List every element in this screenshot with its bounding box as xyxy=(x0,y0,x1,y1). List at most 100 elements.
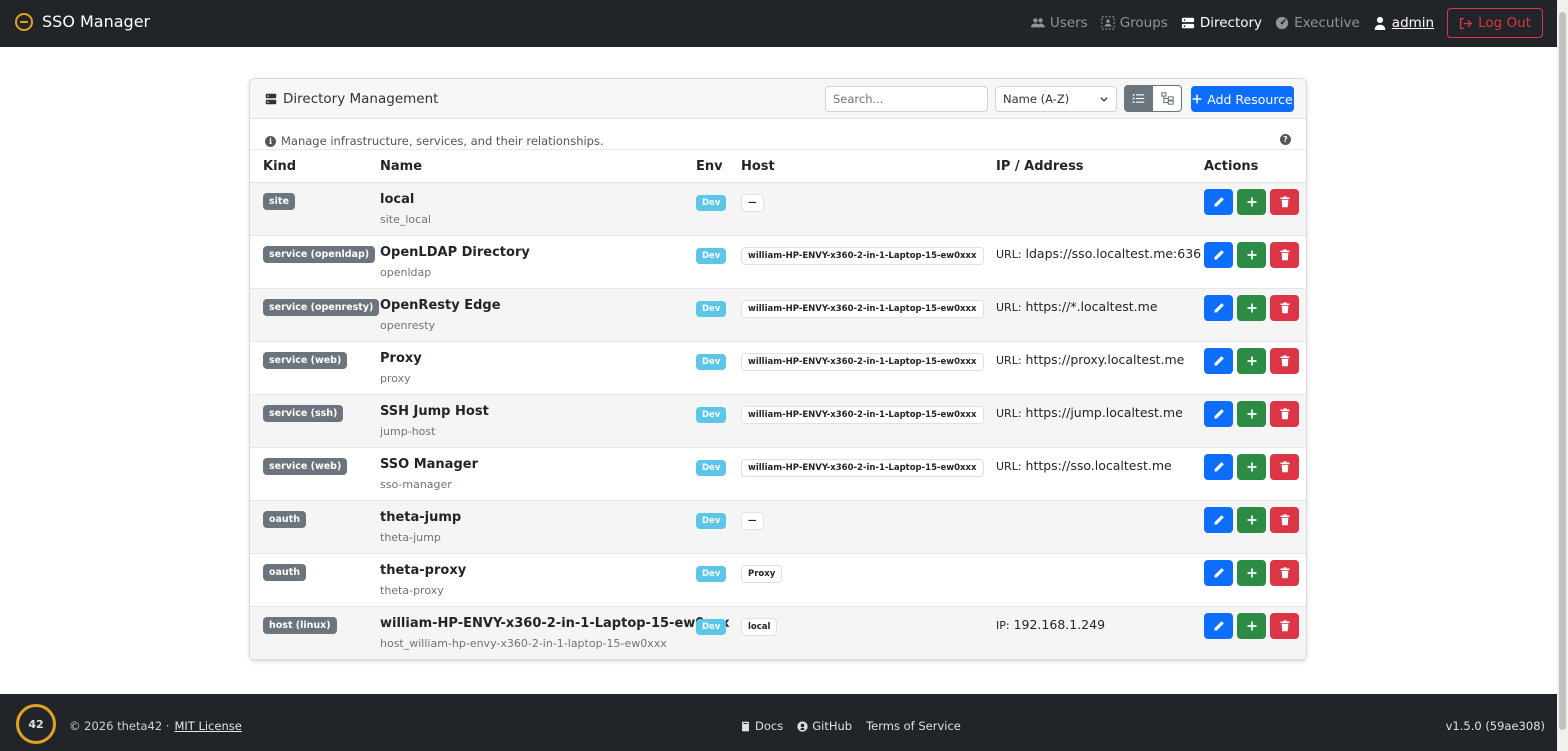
docs-link[interactable]: Docs xyxy=(740,719,783,733)
table-row[interactable]: oauth theta-proxy theta-proxy Dev Proxy xyxy=(250,554,1306,607)
add-resource-button[interactable]: Add Resource xyxy=(1191,86,1294,112)
nav-admin-label: admin xyxy=(1391,15,1435,31)
delete-button[interactable] xyxy=(1270,348,1299,374)
trash-icon xyxy=(1280,461,1289,473)
table-row[interactable]: site local site_local Dev — xyxy=(250,183,1306,236)
brand[interactable]: SSO Manager xyxy=(15,12,150,31)
nav-admin-user[interactable]: admin xyxy=(1373,15,1434,31)
env-badge: Dev xyxy=(696,513,727,529)
env-badge: Dev xyxy=(696,195,727,211)
table-row[interactable]: service (ssh) SSH Jump Host jump-host Dev wi… xyxy=(250,395,1306,448)
pencil-icon xyxy=(1214,568,1224,578)
nav-directory-label: Directory xyxy=(1199,15,1263,31)
table-row[interactable]: oauth theta-jump theta-jump Dev — xyxy=(250,501,1306,554)
table-row[interactable]: host (linux) william-HP-ENVY-x360-2-in-1-… xyxy=(250,607,1306,660)
tree-icon xyxy=(1160,92,1174,105)
add-child-button[interactable] xyxy=(1237,560,1266,586)
delete-button[interactable] xyxy=(1270,454,1299,480)
resource-name: SSH Jump Host xyxy=(380,404,489,419)
edit-button[interactable] xyxy=(1204,401,1233,427)
card-title-text: Directory Management xyxy=(283,91,439,107)
add-child-button[interactable] xyxy=(1237,242,1266,268)
add-child-button[interactable] xyxy=(1237,348,1266,374)
resource-name: OpenLDAP Directory xyxy=(380,245,530,260)
kind-badge: service (web) xyxy=(263,352,348,369)
address-prefix: URL: xyxy=(996,407,1022,420)
nav-users[interactable]: Users xyxy=(1030,15,1088,31)
plus-icon xyxy=(1247,197,1256,207)
nav-executive[interactable]: Executive xyxy=(1275,15,1360,31)
delete-button[interactable] xyxy=(1270,613,1299,639)
delete-button[interactable] xyxy=(1270,401,1299,427)
address-text: ldaps://sso.localtest.me:636 xyxy=(1025,246,1202,261)
kind-badge: service (ssh) xyxy=(263,405,344,422)
github-link[interactable]: GitHub xyxy=(797,719,852,733)
resource-slug: theta-proxy xyxy=(380,584,444,597)
add-child-button[interactable] xyxy=(1237,189,1266,215)
edit-button[interactable] xyxy=(1204,348,1233,374)
pencil-icon xyxy=(1214,303,1224,313)
row-actions xyxy=(1204,401,1299,427)
table-row[interactable]: service (web) SSO Manager sso-manager Dev wi… xyxy=(250,448,1306,501)
delete-button[interactable] xyxy=(1270,242,1299,268)
resource-name: local xyxy=(380,192,415,207)
info-icon: i xyxy=(265,135,276,147)
plus-icon xyxy=(1247,568,1256,578)
add-child-button[interactable] xyxy=(1237,401,1266,427)
dashboard-icon xyxy=(1275,16,1289,30)
edit-button[interactable] xyxy=(1204,560,1233,586)
add-child-button[interactable] xyxy=(1237,613,1266,639)
table-row[interactable]: service (web) Proxy proxy Dev william-HP-ENV… xyxy=(250,342,1306,395)
edit-button[interactable] xyxy=(1204,295,1233,321)
host-badge: william-HP-ENVY-x360-2-in-1-Laptop-15-ew… xyxy=(741,459,984,477)
address-value: URL: https://*.localtest.me xyxy=(996,299,1158,314)
plus-icon xyxy=(1247,303,1256,313)
table-row[interactable]: service (openresty) OpenResty Edge openres… xyxy=(250,289,1306,342)
address-prefix: IP: xyxy=(996,619,1010,632)
delete-button[interactable] xyxy=(1270,560,1299,586)
address-prefix: URL: xyxy=(996,248,1022,261)
view-toggle xyxy=(1124,85,1182,112)
resource-slug: proxy xyxy=(380,372,411,385)
add-child-button[interactable] xyxy=(1237,507,1266,533)
logout-button[interactable]: Log Out xyxy=(1447,8,1543,38)
env-badge: Dev xyxy=(696,248,727,264)
row-actions xyxy=(1204,454,1299,480)
resource-name: OpenResty Edge xyxy=(380,298,501,313)
edit-button[interactable] xyxy=(1204,454,1233,480)
directory-card: Directory Management Name (A-Z) Add Reso… xyxy=(249,78,1307,661)
address-value: IP: 192.168.1.249 xyxy=(996,617,1105,632)
kind-badge: service (web) xyxy=(263,458,348,475)
delete-button[interactable] xyxy=(1270,295,1299,321)
table-row[interactable]: service (openldap) OpenLDAP Directory open… xyxy=(250,236,1306,289)
delete-button[interactable] xyxy=(1270,189,1299,215)
address-value: URL: https://jump.localtest.me xyxy=(996,405,1183,420)
add-child-button[interactable] xyxy=(1237,454,1266,480)
edit-button[interactable] xyxy=(1204,507,1233,533)
header-host: Host xyxy=(741,159,775,174)
terms-link[interactable]: Terms of Service xyxy=(866,719,961,733)
list-view-button[interactable] xyxy=(1124,85,1153,112)
footer-logo: 42 xyxy=(16,704,56,744)
kind-badge: oauth xyxy=(263,511,307,528)
row-actions xyxy=(1204,242,1299,268)
help-icon[interactable]: ? xyxy=(1280,134,1291,145)
edit-button[interactable] xyxy=(1204,613,1233,639)
resource-slug: openldap xyxy=(380,266,432,279)
page-scrollbar[interactable] xyxy=(1557,0,1568,751)
address-value: URL: https://sso.localtest.me xyxy=(996,458,1172,473)
nav-directory[interactable]: Directory xyxy=(1181,15,1262,31)
nav-groups-label: Groups xyxy=(1119,15,1168,31)
edit-button[interactable] xyxy=(1204,242,1233,268)
license-link[interactable]: MIT License xyxy=(174,719,241,733)
sort-select[interactable]: Name (A-Z) xyxy=(995,86,1117,112)
search-input[interactable] xyxy=(825,86,988,112)
tree-view-button[interactable] xyxy=(1153,85,1182,112)
delete-button[interactable] xyxy=(1270,507,1299,533)
scrollbar-thumb[interactable] xyxy=(1559,12,1566,730)
kind-badge: service (openresty) xyxy=(263,299,380,316)
nav-groups[interactable]: Groups xyxy=(1100,15,1168,31)
edit-button[interactable] xyxy=(1204,189,1233,215)
address-prefix: URL: xyxy=(996,354,1022,367)
add-child-button[interactable] xyxy=(1237,295,1266,321)
